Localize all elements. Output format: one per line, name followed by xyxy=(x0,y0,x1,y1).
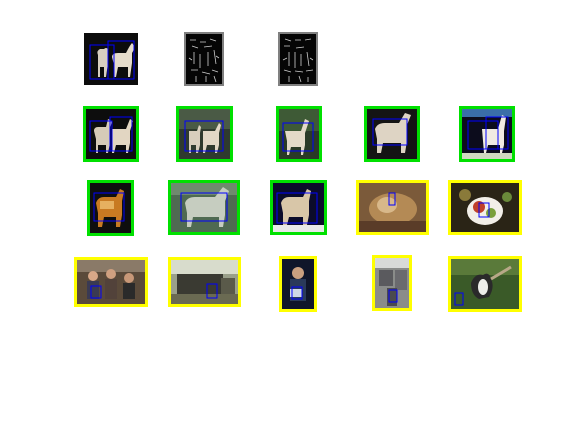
result-thumb-8 xyxy=(270,180,327,235)
result-thumb-2 xyxy=(176,106,233,162)
result-thumb-14 xyxy=(372,255,412,311)
result-thumb-3 xyxy=(276,106,322,162)
result-thumb-6 xyxy=(87,180,134,236)
edge-map-1 xyxy=(184,32,224,86)
result-thumb-11 xyxy=(74,257,148,307)
result-thumb-1 xyxy=(83,106,139,162)
edge-map-2 xyxy=(278,32,318,86)
result-thumb-10 xyxy=(448,180,522,235)
query-image xyxy=(84,33,138,85)
result-thumb-5 xyxy=(459,106,515,162)
result-thumb-9 xyxy=(356,180,429,235)
result-thumb-7 xyxy=(168,180,240,235)
result-thumb-4 xyxy=(364,106,420,162)
result-thumb-12 xyxy=(168,257,241,307)
result-thumb-13 xyxy=(279,256,317,312)
result-thumb-15 xyxy=(448,256,522,312)
